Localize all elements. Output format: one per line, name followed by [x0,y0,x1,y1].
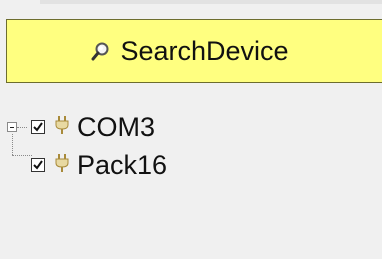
checkbox-pack16[interactable] [31,158,45,172]
tree-node-label: COM3 [77,112,156,142]
magnifier-icon [90,40,112,62]
device-tree: COM3 Pack16 [0,98,382,259]
collapse-icon[interactable] [7,122,17,132]
search-device-label: SearchDevice [120,35,289,66]
tree-node-com3[interactable]: COM3 [0,112,382,142]
device-panel: SearchDevice COM3 Pack16 [0,0,382,259]
top-divider [40,0,382,4]
search-device-button[interactable]: SearchDevice [6,19,382,83]
checkbox-com3[interactable] [31,120,45,134]
plug-icon [55,116,69,134]
tree-node-label: Pack16 [77,150,168,180]
plug-icon [55,154,69,172]
tree-connector [17,127,27,128]
tree-node-pack16[interactable]: Pack16 [0,150,382,180]
